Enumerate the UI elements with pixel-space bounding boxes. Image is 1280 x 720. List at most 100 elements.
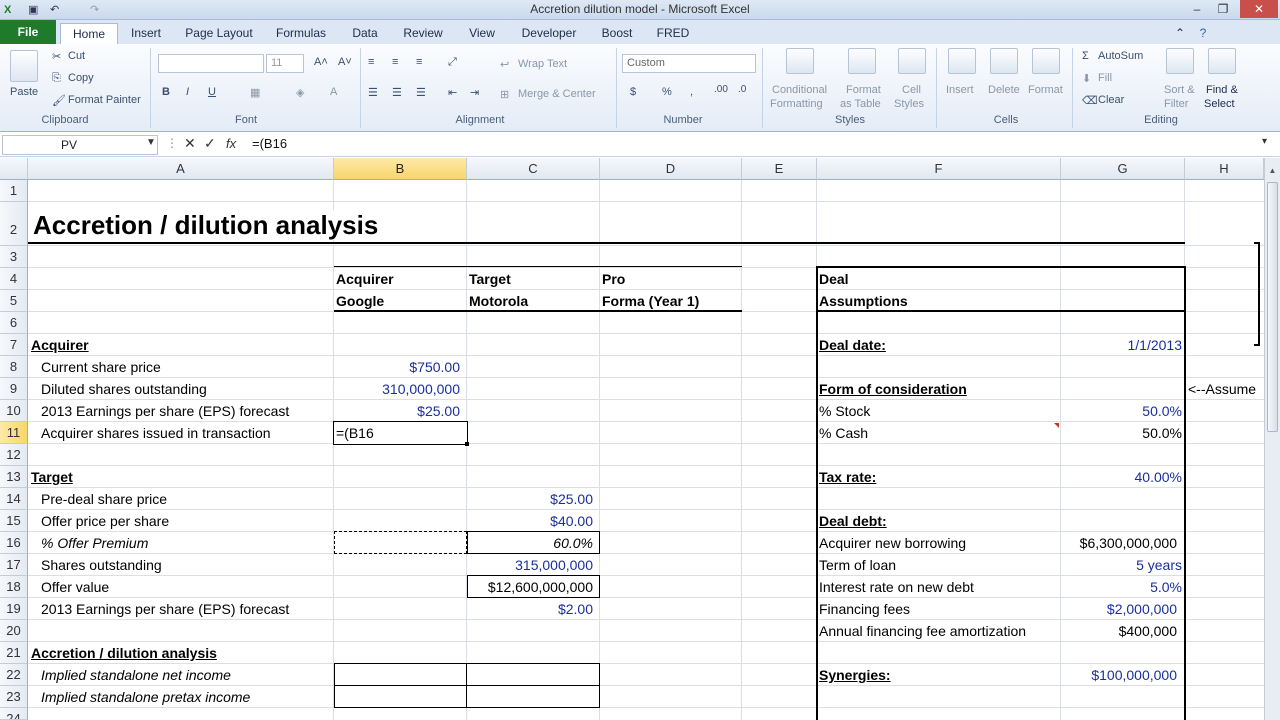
currency-button[interactable]: $ [630,86,636,98]
paste-button[interactable]: Paste [10,86,38,98]
align-top-icon[interactable]: ≡ [368,56,374,68]
worksheet-grid[interactable]: A B C D E F G H 1 2 3 4 5 6 7 8 9 10 11 … [0,158,1264,720]
acquirer-section-label[interactable]: Acquirer [31,334,89,356]
tab-insert[interactable]: Insert [122,23,170,44]
cancel-entry-icon[interactable]: ✕ [184,135,196,152]
label-deal-debt[interactable]: Deal debt: [819,510,887,532]
cut-button[interactable]: Cut [68,50,85,62]
value-deal-date[interactable]: 1/1/2013 [1061,334,1183,356]
conditional-formatting-button[interactable]: Conditional [772,84,827,96]
row-header[interactable]: 22 [0,664,28,686]
copy-button[interactable]: Copy [68,72,94,84]
label-acquirer-eps[interactable]: 2013 Earnings per share (EPS) forecast [41,400,289,422]
acquirer-header[interactable]: Acquirer [336,268,394,290]
sheet-title[interactable]: Accretion / dilution analysis [33,210,385,240]
grow-font-icon[interactable]: A˄ [314,56,328,68]
value-pct-cash[interactable]: 50.0% [1061,422,1182,444]
underline-button[interactable]: U [208,86,216,98]
label-term-of-loan[interactable]: Term of loan [819,554,896,576]
row-header[interactable]: 17 [0,554,28,576]
label-fee-amortization[interactable]: Annual financing fee amortization [819,620,1026,642]
label-shares-outstanding[interactable]: Shares outstanding [41,554,162,576]
row-header[interactable]: 3 [0,246,28,268]
row-header[interactable]: 2 [0,202,28,246]
label-pre-deal-price[interactable]: Pre-deal share price [41,488,167,510]
scroll-up-icon[interactable]: ▲ [1267,166,1278,178]
value-interest-rate[interactable]: 5.0% [1061,576,1182,598]
vertical-scrollbar[interactable]: ▲ [1264,158,1280,720]
percent-button[interactable]: % [662,86,672,98]
row-header[interactable]: 18 [0,576,28,598]
label-financing-fees[interactable]: Financing fees [819,598,910,620]
value-offer-premium[interactable]: 60.0% [467,532,593,554]
row-header[interactable]: 15 [0,510,28,532]
row-header[interactable]: 13 [0,466,28,488]
comma-style-icon[interactable]: , [690,86,693,98]
row-header[interactable]: 12 [0,444,28,466]
delete-cells-button[interactable]: Delete [988,84,1020,96]
value-pre-deal-price[interactable]: $25.00 [467,488,593,510]
align-center-icon[interactable]: ☰ [392,86,402,99]
row-header[interactable]: 9 [0,378,28,400]
tab-data[interactable]: Data [344,23,386,44]
bordered-cell-c22[interactable] [466,663,600,686]
align-middle-icon[interactable]: ≡ [392,56,398,68]
align-right-icon[interactable]: ☰ [416,86,426,99]
label-shares-issued[interactable]: Acquirer shares issued in transaction [41,422,271,444]
label-synergies[interactable]: Synergies: [819,664,891,686]
insert-cells-button[interactable]: Insert [946,84,974,96]
font-name-select[interactable] [158,54,264,73]
row-header[interactable]: 19 [0,598,28,620]
value-offer-value[interactable]: $12,600,000,000 [467,576,593,598]
orientation-icon[interactable]: ⤢ [448,56,457,69]
bordered-cell-c23[interactable] [466,685,600,708]
label-tax-rate[interactable]: Tax rate: [819,466,876,488]
column-header-c[interactable]: C [467,158,600,180]
target-section-label[interactable]: Target [31,466,73,488]
font-size-select[interactable]: 11 [266,54,304,73]
target-header[interactable]: Target [469,268,511,290]
row-header[interactable]: 24 [0,708,28,720]
value-new-borrowing[interactable]: $6,300,000,000 [1061,532,1177,554]
row-header[interactable]: 23 [0,686,28,708]
value-financing-fees[interactable]: $2,000,000 [1061,598,1177,620]
label-diluted-shares[interactable]: Diluted shares outstanding [41,378,207,400]
label-form-of-consideration[interactable]: Form of consideration [819,378,967,400]
value-target-eps[interactable]: $2.00 [467,598,593,620]
row-header[interactable]: 7 [0,334,28,356]
shrink-font-icon[interactable]: A˅ [338,56,352,68]
acquirer-name[interactable]: Google [336,290,384,312]
tab-formulas[interactable]: Formulas [270,23,332,44]
column-header-g[interactable]: G [1061,158,1185,180]
format-as-table-button[interactable]: Format [846,84,881,96]
label-current-share-price[interactable]: Current share price [41,356,161,378]
label-standalone-pretax-income[interactable]: Implied standalone pretax income [41,686,250,708]
tab-view[interactable]: View [460,23,504,44]
row-header[interactable]: 5 [0,290,28,312]
value-shares-outstanding[interactable]: 315,000,000 [467,554,593,576]
fill-handle[interactable] [465,442,469,446]
label-new-borrowing[interactable]: Acquirer new borrowing [819,532,966,554]
value-tax-rate[interactable]: 40.00% [1061,466,1182,488]
accretion-section-label[interactable]: Accretion / dilution analysis [31,642,217,664]
bordered-cell-b22[interactable] [334,663,467,686]
label-target-eps[interactable]: 2013 Earnings per share (EPS) forecast [41,598,289,620]
value-fee-amortization[interactable]: $400,000 [1061,620,1177,642]
tab-page-layout[interactable]: Page Layout [180,23,258,44]
find-select-button[interactable]: Find & [1206,84,1238,96]
label-offer-value[interactable]: Offer value [41,576,109,598]
font-color-icon[interactable]: A [330,86,337,98]
row-header[interactable]: 10 [0,400,28,422]
formula-input[interactable]: =(B16 [252,136,287,151]
row-header[interactable]: 1 [0,180,28,202]
row-header[interactable]: 11 [0,422,28,444]
clear-button[interactable]: Clear [1098,94,1124,106]
label-pct-cash[interactable]: % Cash [819,422,868,444]
increase-indent-icon[interactable]: ⇥ [470,86,479,99]
select-all-corner[interactable] [0,158,28,180]
value-term-of-loan[interactable]: 5 years [1061,554,1182,576]
value-synergies[interactable]: $100,000,000 [1061,664,1177,686]
scrollbar-thumb[interactable] [1267,182,1278,432]
column-header-d[interactable]: D [600,158,742,180]
label-standalone-net-income[interactable]: Implied standalone net income [41,664,231,686]
